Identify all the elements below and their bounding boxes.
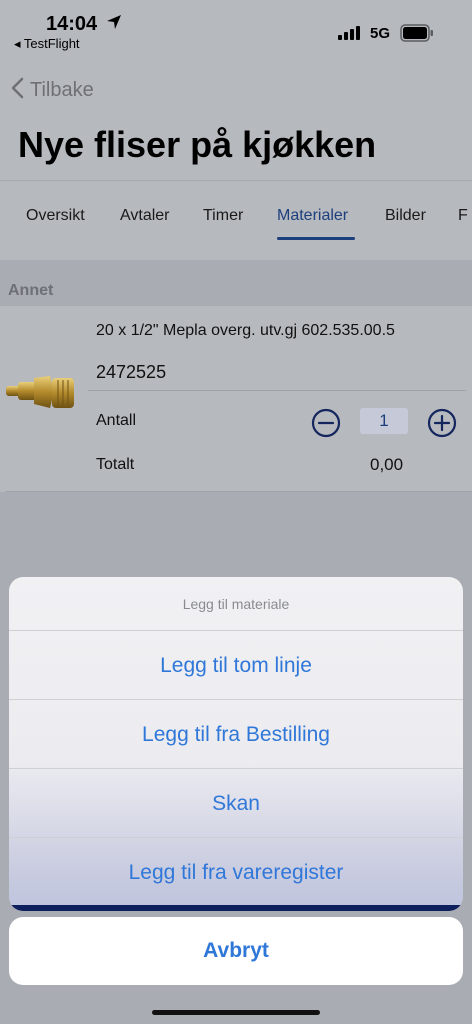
page-title: Nye fliser på kjøkken: [18, 124, 377, 165]
sheet-bottom-edge: [9, 905, 463, 911]
divider: [6, 491, 472, 492]
add-empty-line-button[interactable]: Legg til tom linje: [9, 631, 463, 700]
divider: [88, 390, 466, 391]
network-type: 5G: [370, 25, 391, 42]
total-value: 0,00: [370, 455, 404, 474]
action-sheet-title: Legg til materiale: [9, 577, 463, 631]
product-image: [4, 368, 76, 423]
back-to-testflight-link[interactable]: ◂ TestFlight: [14, 36, 80, 52]
tab-oversikt[interactable]: Oversikt: [26, 207, 85, 225]
minus-circle-icon[interactable]: [311, 408, 341, 443]
back-button[interactable]: Tilbake: [10, 76, 94, 104]
battery-icon: [400, 24, 434, 47]
chevron-left-icon: [10, 77, 24, 104]
scan-button[interactable]: Skan: [9, 769, 463, 838]
add-from-order-button[interactable]: Legg til fra Bestilling: [9, 700, 463, 769]
active-tab-indicator: [277, 237, 355, 240]
tab-materialer[interactable]: Materialer: [277, 207, 348, 225]
action-sheet: Legg til materiale Legg til tom linje Le…: [9, 577, 463, 911]
location-arrow-icon: [106, 14, 122, 35]
material-list-item[interactable]: 20 x 1/2" Mepla overg. utv.gj 602.535.00…: [0, 306, 472, 492]
material-number: 2472525: [96, 362, 167, 382]
quantity-label: Antall: [96, 412, 137, 429]
material-name: 20 x 1/2" Mepla overg. utv.gj 602.535.00…: [96, 322, 395, 339]
status-bar: 14:04 ◂ TestFlight 5G: [0, 0, 472, 58]
tab-bilder[interactable]: Bilder: [385, 207, 426, 225]
quantity-input[interactable]: 1: [360, 408, 408, 434]
cellular-signal-icon: [338, 26, 362, 45]
cancel-button[interactable]: Avbryt: [9, 917, 463, 985]
status-time: 14:04: [46, 13, 98, 35]
tab-partial[interactable]: F: [458, 207, 468, 225]
tab-bar: Oversikt Avtaler Timer Materialer Bilder…: [0, 180, 472, 260]
back-button-label: Tilbake: [30, 78, 94, 101]
tab-timer[interactable]: Timer: [203, 207, 243, 225]
section-header: Annet: [8, 282, 54, 299]
plus-circle-icon[interactable]: [427, 408, 457, 443]
tab-avtaler[interactable]: Avtaler: [120, 207, 170, 225]
add-from-product-register-button[interactable]: Legg til fra vareregister: [9, 838, 463, 907]
total-label: Totalt: [96, 456, 135, 473]
home-indicator[interactable]: [152, 1010, 320, 1015]
